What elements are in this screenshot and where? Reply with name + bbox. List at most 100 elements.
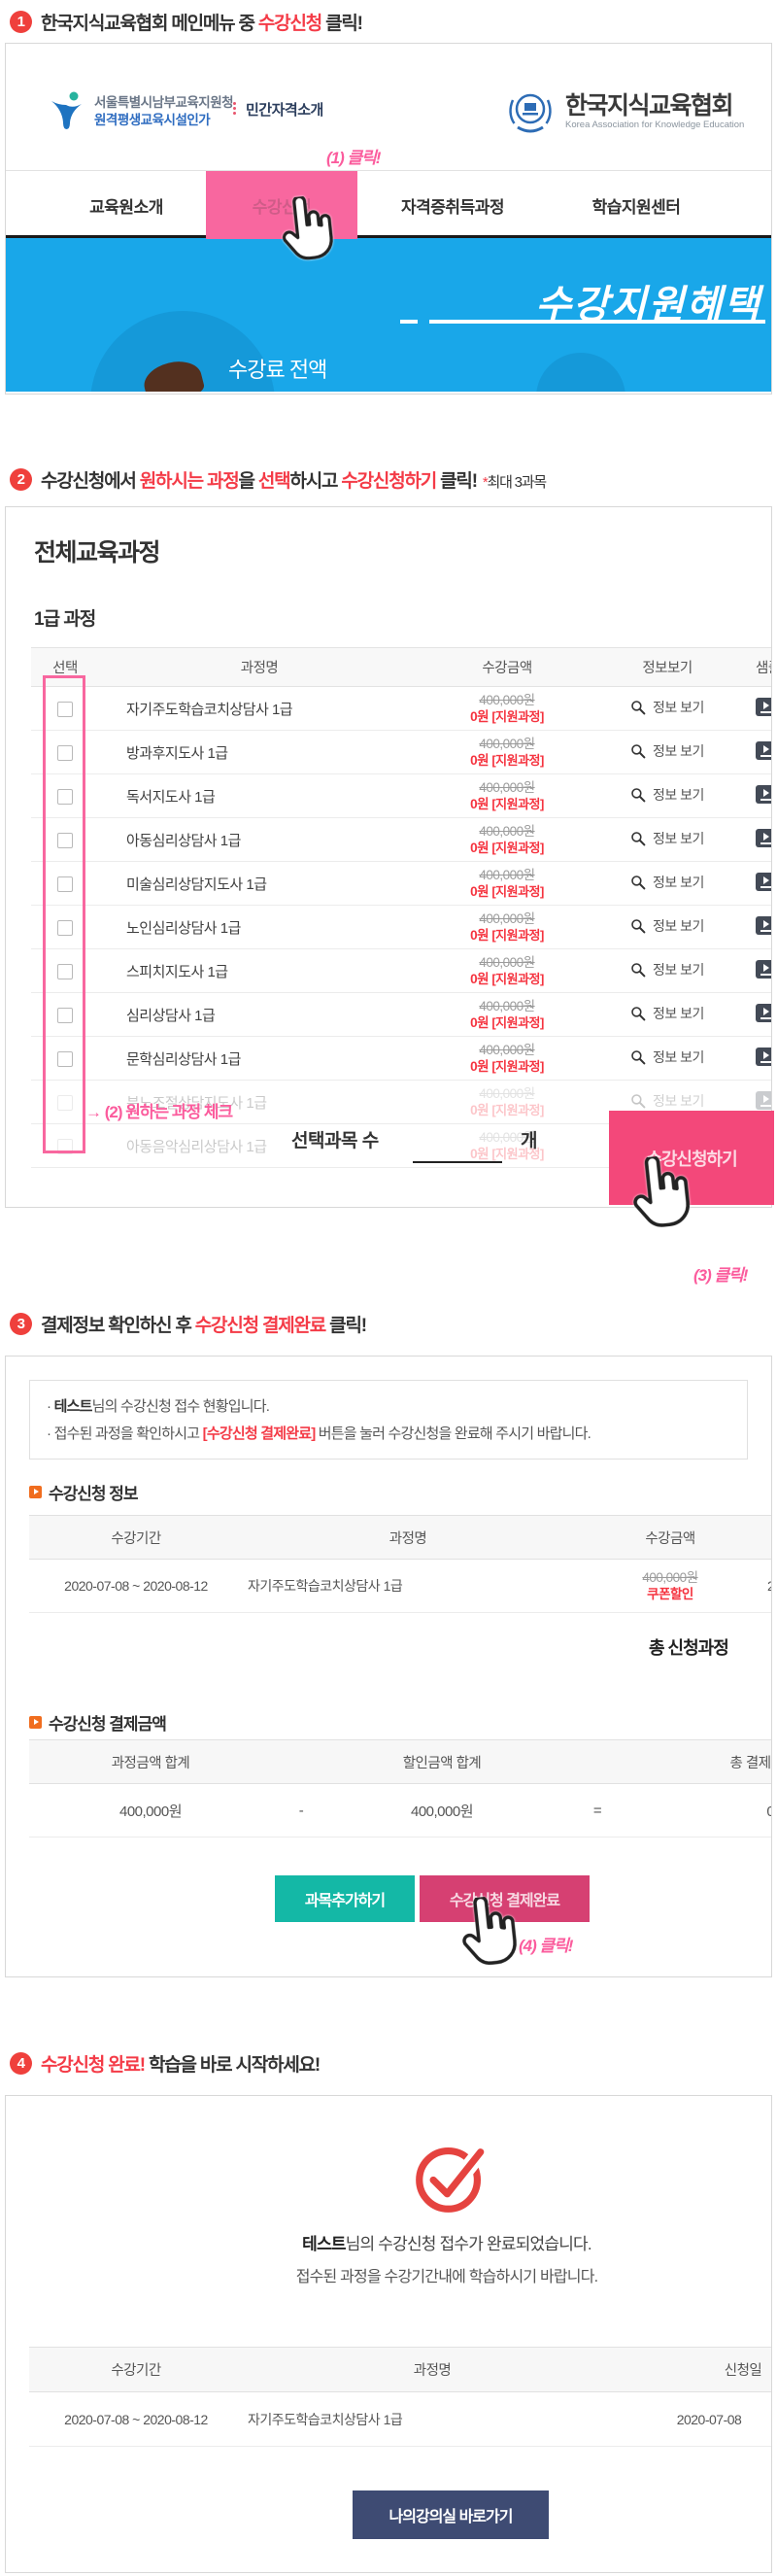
column-payment-total: 총 결제예정 금액 [641,1740,772,1784]
step1-number-badge: 1 [10,11,32,33]
org-line2: 원격평생교육시설인가 [94,112,233,129]
association-subtitle: Korea Association for Knowledge Educatio… [565,120,744,130]
price-now: 0원 [470,972,489,986]
sample-video-icon[interactable] [756,1091,771,1110]
my-classroom-button[interactable]: 나의강의실 바로가기 [353,2490,549,2539]
price-tag: [지원과정] [491,928,544,943]
course-price: 400,000원 0원 [지원과정] [420,818,594,862]
payment-table-row: 400,000원 - 400,000원 = 0원 [29,1784,772,1838]
column-course-total: 과정금액 합계 [29,1740,272,1784]
info-view-button[interactable]: 정보 보기 [630,960,704,979]
course-name: 방과후지도사 1급 [99,731,420,774]
course-price: 400,000원 0원 [지원과정] [420,1037,594,1081]
done-table-header-row: 수강기간 과정명 신청일 [29,2348,772,2392]
check-annotation: → (2) 원하는 과정 체크 [85,1098,232,1122]
course-name: 문학심리상담사 1급 [99,1037,420,1081]
nav-item-about[interactable]: 교육원소개 [89,171,163,239]
info-view-button[interactable]: 정보 보기 [630,829,704,848]
course-name: 아동심리상담사 1급 [99,818,420,862]
done-table-row: 2020-07-08 ~ 2020-08-12 자기주도학습코치상담사 1급 2… [29,2392,772,2447]
course-price: 400,000원 0원 [지원과정] [420,731,594,774]
sample-video-icon[interactable] [756,916,771,935]
price-original: 400,000원 [573,1569,767,1586]
course-row: 스피치지도사 1급 400,000원 0원 [지원과정] 정 [31,949,771,993]
info-view-button[interactable]: 정보 보기 [630,873,704,892]
price-now: 0원 [470,1147,489,1161]
column-sample: 샘플보기 [740,648,771,687]
step1-title: 한국지식교육협회 메인메뉴 중 수강신청 클릭! [41,9,362,35]
info-view-label: 정보 보기 [653,698,704,717]
course-name: 노인심리상담사 1급 [99,906,420,949]
course-row: 노인심리상담사 1급 400,000원 0원 [지원과정] [31,906,771,949]
quick-link-private-license[interactable]: 민간자격소개 [233,99,323,120]
site-header-screenshot: 서울특별시남부교육지원청 원격평생교육시설인가 민간자격소개 한국지식교육협회 … [5,43,772,395]
course-name: 미술심리상담지도사 1급 [99,862,420,906]
price-original: 400,000원 [420,823,594,840]
info-view-button[interactable]: 정보 보기 [630,785,704,805]
magnifier-icon [630,1093,646,1109]
price-now: 0원 [470,1059,489,1074]
price-original: 400,000원 [420,1129,594,1146]
info-view-button[interactable]: 정보 보기 [630,1091,704,1111]
course-name: 자기주도학습코치상담사 1급 [243,1560,573,1613]
column-course-name: 과정명 [243,2348,622,2392]
price-original: 400,000원 [420,692,594,708]
info-view-button[interactable]: 정보 보기 [630,916,704,936]
click1-annotation: (1) 클릭! [326,144,380,168]
nav-item-learning-support[interactable]: 학습지원센터 [592,171,681,239]
info-view-label: 정보 보기 [653,916,704,936]
magnifier-icon [630,1006,646,1021]
sample-video-icon[interactable] [756,1004,771,1022]
course-name: 스피치지도사 1급 [99,949,420,993]
course-list-screenshot: 전체교육과정 1급 과정 선택 과정명 수강금액 정보보기 샘플보기 자기주도학… [5,506,772,1208]
course-row: 미술심리상담지도사 1급 400,000원 0원 [지원과정] [31,862,771,906]
banner-underline [429,320,765,324]
discount-amount-sum: 400,000원 [330,1784,554,1838]
add-course-button[interactable]: 과목추가하기 [275,1875,415,1922]
notice-box: · 테스트님의 수강신청 접수 현황입니다. · 접수된 과정을 확인하시고 [… [29,1380,748,1460]
arrow-bullet-icon [29,1716,42,1729]
price-now: 0원 [470,1103,489,1117]
sample-video-icon[interactable] [756,1048,771,1066]
nav-item-certificate-courses[interactable]: 자격증취득과정 [401,171,504,239]
price-tag: [지원과정] [491,753,544,768]
step4-header: 4 수강신청 완료! 학습을 바로 시작하세요! [0,2050,777,2077]
course-table-clip: 선택 과정명 수강금액 정보보기 샘플보기 자기주도학습코치상담사 1급 400… [6,647,771,1168]
magnifier-icon [630,1049,646,1065]
course-price: 400,000원 0원 [지원과정] [420,993,594,1037]
course-name: 자기주도학습코치상담사 1급 [99,687,420,731]
price-original: 400,000원 [420,910,594,927]
sample-video-icon[interactable] [756,785,771,804]
equals-sign: = [554,1784,641,1838]
info-view-button[interactable]: 정보 보기 [630,698,704,717]
sample-video-icon[interactable] [756,829,771,847]
info-view-button[interactable]: 정보 보기 [630,741,704,761]
coupon-discount: 쿠폰할인 [573,1586,767,1602]
sample-video-icon[interactable] [756,741,771,760]
sample-video-icon[interactable] [756,698,771,716]
info-view-label: 정보 보기 [653,1048,704,1067]
column-course-name: 과정명 [99,648,420,687]
step3-header: 3 결제정보 확인하신 후 수강신청 결제완료 클릭! [0,1311,777,1337]
info-view-button[interactable]: 정보 보기 [630,1048,704,1067]
column-period: 수강기간 [29,1516,243,1560]
click4-annotation: (4) 클릭! [519,1932,572,1956]
step2-number-badge: 2 [10,468,32,491]
course-row: 문학심리상담사 1급 400,000원 0원 [지원과정] [31,1037,771,1081]
sample-video-icon[interactable] [756,960,771,979]
course-level-subtitle: 1급 과정 [34,604,771,631]
info-view-label: 정보 보기 [653,873,704,892]
promo-banner: 수강지원혜택 수강료 전액 100% 무료 [6,238,771,392]
info-view-button[interactable]: 정보 보기 [630,1004,704,1023]
sample-video-icon[interactable] [756,873,771,891]
price-now: 0원 [470,928,489,943]
apply-date: 2020-07-08 [622,2392,772,2447]
course-row: 자기주도학습코치상담사 1급 400,000원 0원 [지원과정] [31,687,771,731]
course-price: 400,000원 0원 [지원과정] [420,687,594,731]
banner-line1: 수강료 전액 [228,353,326,384]
magnifier-icon [630,700,646,715]
selected-count-unit: 개 [521,1126,537,1152]
price-tag: [지원과정] [491,797,544,811]
payment-total-amount: 0원 [641,1784,772,1838]
step4-title: 수강신청 완료! 학습을 바로 시작하세요! [41,2050,320,2077]
